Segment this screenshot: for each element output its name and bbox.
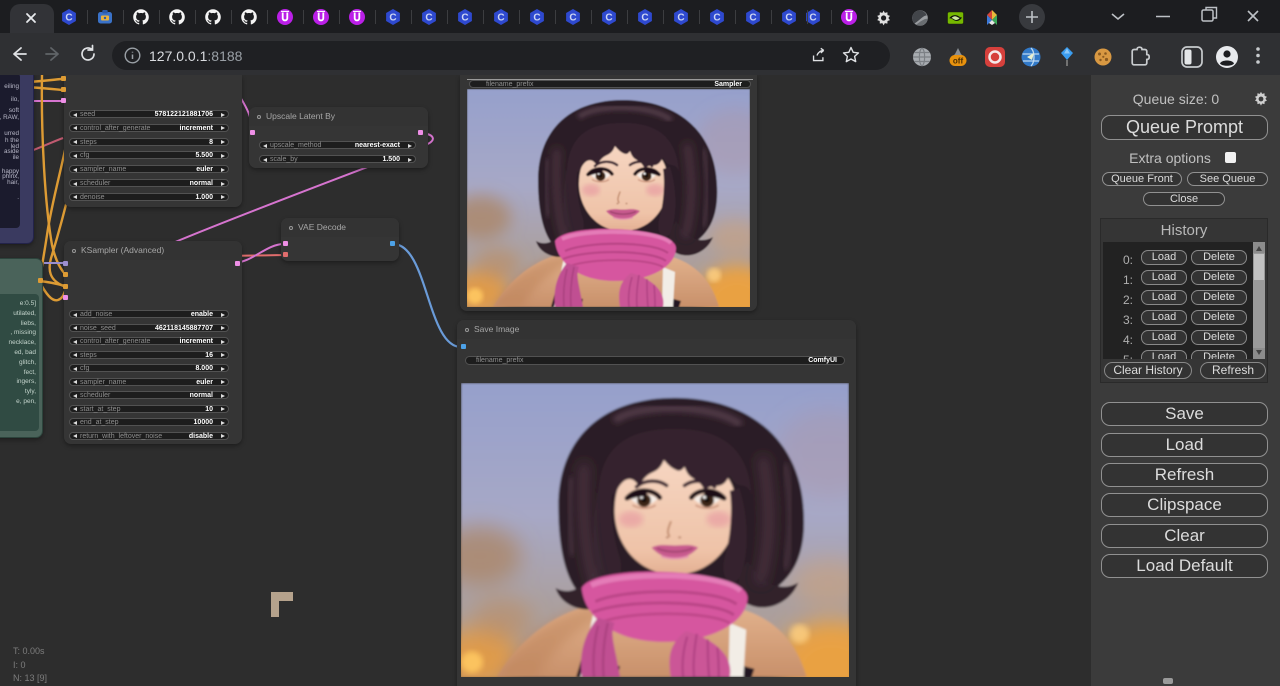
- svg-text:off: off: [953, 57, 964, 66]
